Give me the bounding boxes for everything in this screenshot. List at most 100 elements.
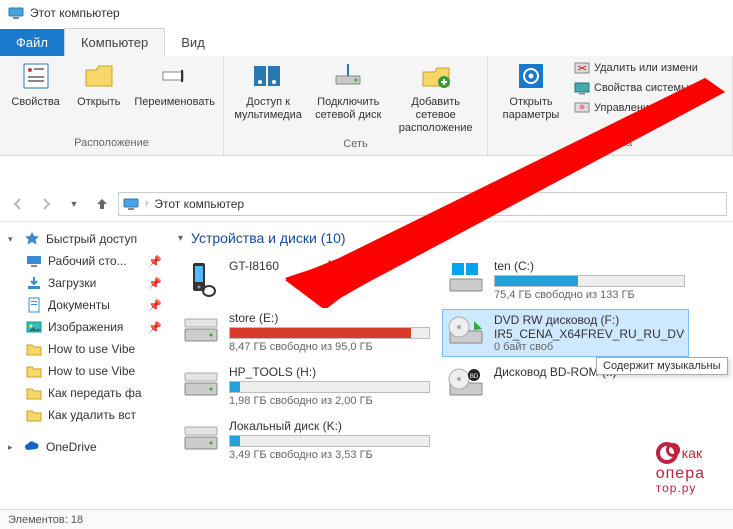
sidebar-item[interactable]: Документы📌 [4,294,166,316]
media-icon [252,60,284,92]
drive-subtext: 3,49 ГБ свободно из 3,53 ГБ [229,449,430,461]
folder-icon [26,407,42,423]
drive-name: GT-I8160 [229,259,430,273]
properties-icon [20,60,52,92]
drive-name: Локальный диск (K:) [229,419,430,433]
drive-item[interactable]: store (E:) 8,47 ГБ свободно из 95,0 ГБ [178,308,433,356]
group-label-network: Сеть [232,136,479,152]
usage-bar [494,275,685,287]
desktop-icon [26,253,42,269]
uninstall-icon [574,60,590,76]
usage-bar [229,327,430,339]
drive-subtext: 75,4 ГБ свободно из 133 ГБ [494,289,685,301]
rename-button[interactable]: Переименовать [134,60,215,109]
nav-recent[interactable]: ▼ [62,192,86,216]
tab-computer[interactable]: Компьютер [64,28,165,56]
system-properties-button[interactable]: Свойства системы [574,80,698,96]
sidebar-item[interactable]: How to use Vibe [4,360,166,382]
folder-icon [26,341,42,357]
nav-forward[interactable] [34,192,58,216]
settings-icon [515,60,547,92]
drive-name: store (E:) [229,311,430,325]
uninstall-button[interactable]: Удалить или измени [574,60,698,76]
sidebar: ▾ Быстрый доступ Рабочий сто...📌Загрузки… [0,222,170,509]
group-header-devices[interactable]: ▾ Устройства и диски (10) [178,226,725,256]
open-button[interactable]: Открыть [71,60,126,109]
drive-subtext: 1,98 ГБ свободно из 2,00 ГБ [229,395,430,407]
sidebar-onedrive[interactable]: ▸ OneDrive [4,436,166,458]
image-icon [26,319,42,335]
ribbon-group-network: Доступ к мультимедиа Подключить сетевой … [224,56,488,155]
chevron-down-icon: ▾ [8,234,18,245]
map-drive-icon [332,60,364,92]
sidebar-item[interactable]: How to use Vibe [4,338,166,360]
window-title: Этот компьютер [30,6,120,20]
chevron-right-icon: ▸ [8,442,18,453]
drive-subtext: 8,47 ГБ свободно из 95,0 ГБ [229,341,430,353]
drive-item[interactable]: Локальный диск (K:) 3,49 ГБ свободно из 3… [178,416,433,464]
sidebar-item[interactable]: Как удалить вст [4,404,166,426]
address-bar[interactable]: › Этот компьютер [118,192,727,216]
pin-icon: 📌 [148,255,162,268]
svg-text:BD: BD [470,374,479,380]
media-access-button[interactable]: Доступ к мультимедиа [232,60,304,122]
drive-subtext: 0 байт своб [494,341,685,353]
usage-bar [229,381,430,393]
status-item-count: Элементов: 18 [8,514,83,526]
this-pc-icon [123,196,139,212]
drive-icon [446,259,486,299]
drive-icon: BD [446,365,486,405]
folder-icon [26,363,42,379]
tab-file[interactable]: Файл [0,29,64,56]
drive-icon [446,313,486,353]
drive-icon [181,365,221,405]
manage-button[interactable]: Управление [574,100,698,116]
group-label-system: Система [496,135,724,151]
sidebar-item[interactable]: Как передать фа [4,382,166,404]
tooltip: Содержит музыкальны [596,357,728,375]
map-drive-button[interactable]: Подключить сетевой диск [312,60,384,122]
ribbon-group-location: Свойства Открыть Переименовать Расположе… [0,56,224,155]
ribbon-tabs: Файл Компьютер Вид [0,26,733,56]
drive-icon [181,311,221,351]
sidebar-quick-access[interactable]: ▾ Быстрый доступ [4,228,166,250]
status-bar: Элементов: 18 [0,509,733,529]
drive-item[interactable]: HP_TOOLS (H:) 1,98 ГБ свободно из 2,00 ГБ [178,362,433,410]
nav-strip: ▼ › Этот компьютер [0,186,733,222]
drive-name: ten (C:) [494,259,685,273]
download-icon [26,275,42,291]
sidebar-item[interactable]: Рабочий сто...📌 [4,250,166,272]
folder-icon [26,385,42,401]
breadcrumb[interactable]: Этот компьютер [154,197,244,211]
drive-name: HP_TOOLS (H:) [229,365,430,379]
manage-icon [574,100,590,116]
system-props-icon [574,80,590,96]
titlebar: Этот компьютер [0,0,733,26]
drive-name: DVD RW дисковод (F:) [494,313,685,327]
drive-item[interactable]: GT-I8160 [178,256,433,302]
tab-view[interactable]: Вид [165,29,221,56]
star-icon [24,231,40,247]
chevron-down-icon: ▾ [178,233,183,244]
cloud-icon [24,439,40,455]
nav-back[interactable] [6,192,30,216]
properties-button[interactable]: Свойства [8,60,63,109]
open-settings-button[interactable]: Открыть параметры [496,60,566,122]
add-network-button[interactable]: Добавить сетевое расположение [392,60,479,136]
open-icon [83,60,115,92]
drive-label: IR5_CENA_X64FREV_RU_RU_DV9 [494,327,685,341]
pin-icon: 📌 [148,299,162,312]
ribbon-group-system: Открыть параметры Удалить или измени Сво… [488,56,733,155]
drive-item[interactable]: DVD RW дисковод (F:)IR5_CENA_X64FREV_RU_… [443,310,688,356]
sidebar-item[interactable]: Загрузки📌 [4,272,166,294]
drive-item[interactable]: ten (C:) 75,4 ГБ свободно из 133 ГБ [443,256,688,304]
ribbon: Свойства Открыть Переименовать Расположе… [0,56,733,156]
pin-icon: 📌 [148,277,162,290]
drive-icon [181,419,221,459]
this-pc-icon [8,5,24,21]
chevron-right-icon: › [145,198,148,209]
group-label-location: Расположение [8,135,215,151]
nav-up[interactable] [90,192,114,216]
add-network-icon [420,60,452,92]
sidebar-item[interactable]: Изображения📌 [4,316,166,338]
